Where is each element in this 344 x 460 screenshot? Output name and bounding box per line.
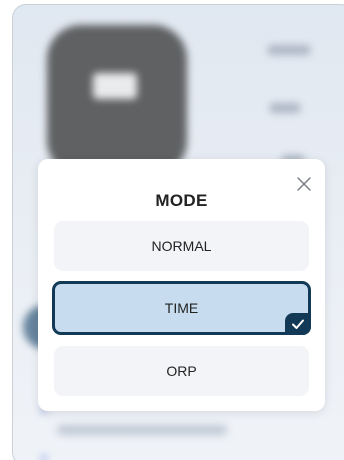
mode-dialog: MODE NORMAL TIME ORP — [38, 159, 325, 411]
option-normal[interactable]: NORMAL — [54, 221, 309, 271]
selected-badge — [285, 313, 311, 335]
dialog-title: MODE — [155, 191, 208, 210]
option-label: TIME — [164, 300, 199, 316]
option-label: ORP — [166, 363, 197, 379]
checkmark-icon — [292, 319, 304, 329]
screen: MODE NORMAL TIME ORP — [0, 0, 344, 460]
option-label: NORMAL — [151, 238, 212, 254]
option-time[interactable]: TIME — [52, 281, 311, 335]
option-orp[interactable]: ORP — [54, 346, 309, 396]
